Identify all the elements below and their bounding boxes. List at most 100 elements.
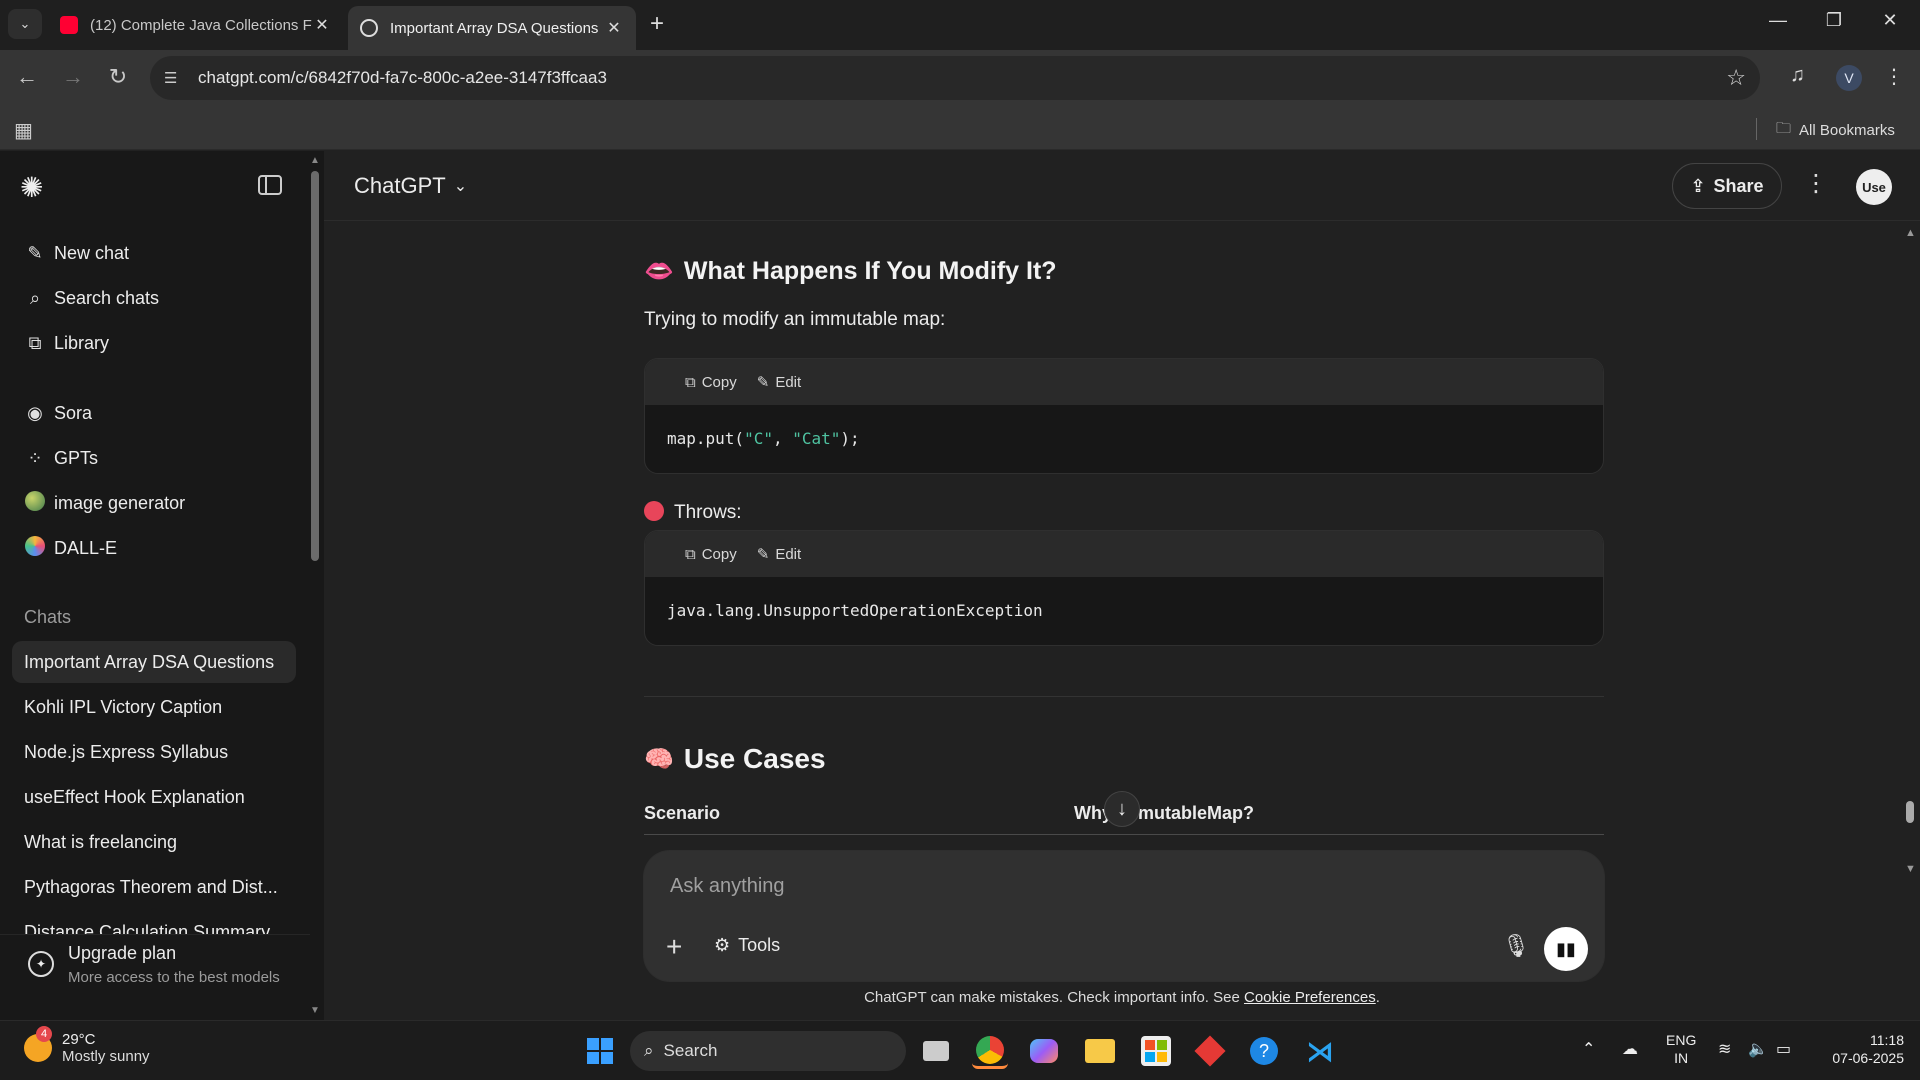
scroll-up-arrow-icon[interactable]: ▲ [310,155,320,166]
all-bookmarks-button[interactable]: 🗀 All Bookmarks [1776,118,1895,143]
throws-label: Throws: [674,502,742,523]
chat-item[interactable]: Kohli IPL Victory Caption [12,686,296,728]
code-string: "Cat" [792,429,841,448]
voice-mode-button[interactable]: ▮▮ [1544,927,1588,971]
sidebar-scrollbar-thumb[interactable] [311,171,319,561]
browser-tab-chatgpt[interactable]: Important Array DSA Questions ✕ [348,6,636,50]
file-explorer-icon[interactable] [1082,1033,1118,1069]
sidebar-item-gpts[interactable]: ⁘ GPTs [12,438,296,478]
url-text[interactable]: chatgpt.com/c/6842f70d-fa7c-800c-a2ee-31… [198,68,607,88]
close-tab-icon[interactable]: ✕ [312,15,332,35]
new-tab-button[interactable]: + [650,10,664,38]
scroll-down-arrow-icon[interactable]: ▼ [310,1005,320,1016]
sidebar-item-label: image generator [54,492,186,513]
code-token: ); [840,429,860,448]
menu-kebab-icon[interactable]: ⋮ [1884,64,1904,89]
chat-item[interactable]: Pythagoras Theorem and Dist... [12,866,296,908]
copilot-icon[interactable] [1026,1033,1062,1069]
chat-item[interactable]: Important Array DSA Questions [12,641,296,683]
edit-label: Edit [775,545,802,563]
show-hidden-icons-chevron-icon[interactable]: ⌃ [1582,1039,1595,1059]
sidebar-item-sora[interactable]: ◉ Sora [12,393,296,433]
apps-grid-icon[interactable]: ▦ [14,118,33,143]
minimize-icon[interactable]: — [1758,10,1798,31]
search-label: Search [663,1041,718,1060]
modify-paragraph: Trying to modify an immutable map: [644,309,946,330]
sidebar-item-dalle[interactable]: DALL-E [12,528,296,568]
sidebar-item-library[interactable]: ⧉ Library [12,323,296,363]
main-scrollbar-thumb[interactable] [1906,801,1914,823]
scroll-to-bottom-button[interactable]: ↓ [1104,791,1140,827]
weather-desc: Mostly sunny [62,1048,150,1065]
input-language-indicator[interactable]: ENG IN [1666,1031,1696,1067]
windows-start-icon[interactable] [582,1033,618,1069]
sidebar-item-label: Search chats [54,287,160,308]
close-window-icon[interactable]: ✕ [1870,10,1910,31]
chat-item[interactable]: Node.js Express Syllabus [12,731,296,773]
sidebar-item-new-chat[interactable]: ✎ New chat [12,233,296,273]
profile-avatar[interactable]: V [1836,65,1862,91]
edit-label: Edit [775,373,802,391]
tab-search-button[interactable]: ⌄ [8,9,42,39]
code-content[interactable]: map.put("C", "Cat"); [645,405,1603,472]
media-control-icon[interactable]: ♫ [1790,64,1805,87]
scroll-down-arrow-icon[interactable]: ▼ [1905,863,1916,875]
sidebar-item-search-chats[interactable]: ⌕ Search chats [12,278,296,318]
scroll-up-arrow-icon[interactable]: ▲ [1905,227,1916,239]
help-icon[interactable]: ? [1246,1033,1282,1069]
sidebar-item-image-generator[interactable]: image generator [12,483,296,523]
toggle-sidebar-icon[interactable] [258,175,282,195]
chatgpt-logo-icon[interactable]: ✺ [20,171,43,204]
address-bar[interactable]: ☰ chatgpt.com/c/6842f70d-fa7c-800c-a2ee-… [150,56,1760,100]
tools-button[interactable]: ⚙ Tools [714,935,780,956]
back-icon[interactable]: ← [12,64,42,90]
share-button[interactable]: ⇪ Share [1672,163,1782,209]
restore-icon[interactable]: ❐ [1814,10,1854,31]
task-view-icon[interactable] [918,1033,954,1069]
system-clock[interactable]: 11:18 07-06-2025 [1818,1031,1904,1067]
copy-code-button[interactable]: ⧉ Copy [685,374,737,391]
code-content[interactable]: java.lang.UnsupportedOperationException [645,577,1603,644]
user-avatar[interactable]: Use [1856,169,1892,205]
upgrade-plan-button[interactable]: ✦ Upgrade plan More access to the best m… [0,934,310,1020]
edit-code-button[interactable]: ✎ Edit [757,545,802,564]
close-tab-icon[interactable]: ✕ [604,18,624,38]
wifi-icon[interactable]: ≋ [1718,1039,1731,1059]
microsoft-store-icon[interactable] [1138,1033,1174,1069]
chat-item[interactable]: What is freelancing [12,821,296,863]
code-block-java: java ⧉Copy ✎Edit map.put("C", "Cat"); [644,358,1604,474]
model-selector[interactable]: ChatGPT ⌄ [354,173,467,199]
sidebar-item-label: DALL-E [54,537,118,558]
library-icon: ⧉ [28,332,42,353]
chrome-icon[interactable] [972,1033,1008,1069]
sliders-icon: ⚙ [714,935,731,955]
microphone-icon[interactable]: 🎙 [1502,933,1530,959]
upgrade-title: Upgrade plan [68,943,177,963]
taskbar-search[interactable]: ⌕ Search [630,1031,906,1071]
attach-plus-icon[interactable]: + [666,931,682,963]
brain-emoji-icon: 🧠 [644,745,674,773]
ask-anything-input[interactable]: Ask anything [670,875,785,898]
chevron-down-icon: ⌄ [453,178,468,195]
network-status-icon[interactable]: ☁ [1622,1039,1638,1059]
reload-icon[interactable]: ↻ [103,64,133,90]
browser-tab-youtube[interactable]: (12) Complete Java Collections F ✕ [48,6,344,44]
message-composer[interactable]: Ask anything + ⚙ Tools 🎙 ▮▮ [644,851,1604,981]
app-red-diamond-icon[interactable] [1192,1033,1228,1069]
weather-widget[interactable]: 4 29°C Mostly sunny [24,1026,150,1065]
more-options-icon[interactable]: ⋮ [1804,169,1828,198]
copy-code-button[interactable]: ⧉ Copy [685,546,737,563]
edit-code-button[interactable]: ✎ Edit [757,373,802,392]
cookie-preferences-link[interactable]: Cookie Preferences [1244,989,1376,1006]
battery-icon[interactable]: ▭ [1776,1039,1791,1059]
chat-item[interactable]: useEffect Hook Explanation [12,776,296,818]
grid-icon: ⁘ [27,447,43,468]
vscode-icon[interactable]: ⋊ [1302,1033,1338,1069]
bookmark-star-icon[interactable]: ☆ [1726,65,1746,91]
site-info-icon[interactable]: ☰ [164,69,190,87]
tools-label: Tools [738,935,781,955]
share-icon: ⇪ [1690,175,1706,196]
forward-icon[interactable]: → [58,64,88,90]
volume-icon[interactable]: 🔈 [1748,1039,1768,1059]
modify-heading: 👄 What Happens If You Modify It? [644,257,1057,286]
